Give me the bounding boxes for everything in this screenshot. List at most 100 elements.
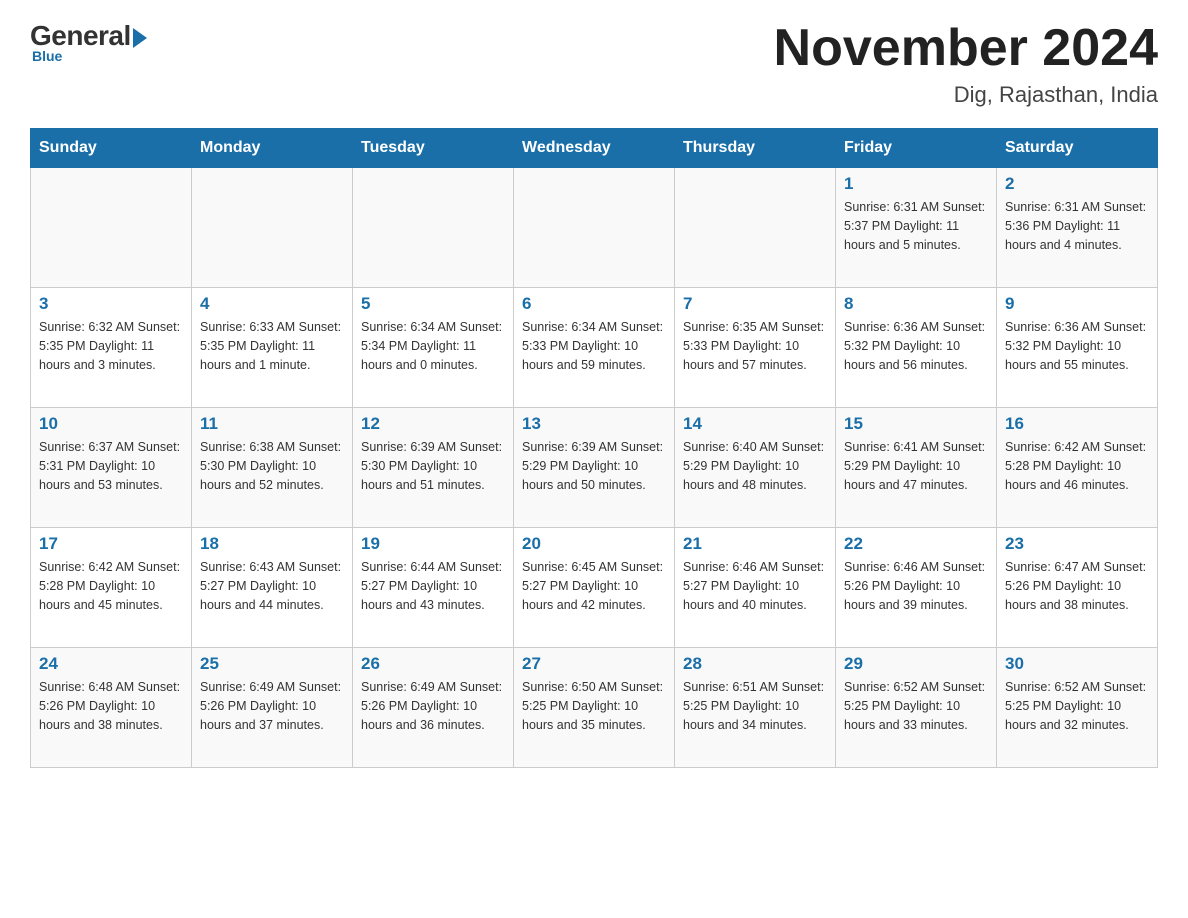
calendar-cell (192, 168, 353, 288)
calendar-cell (353, 168, 514, 288)
day-number: 14 (683, 414, 827, 434)
col-header-wednesday: Wednesday (514, 129, 675, 168)
calendar-week-row: 24 Sunrise: 6:48 AM Sunset: 5:26 PM Dayli… (31, 648, 1158, 768)
col-header-friday: Friday (836, 129, 997, 168)
logo-arrow-icon (133, 28, 147, 48)
calendar-cell: 6Sunrise: 6:34 AM Sunset: 5:33 PM Daylig… (514, 288, 675, 408)
calendar-cell: 17 Sunrise: 6:42 AM Sunset: 5:28 PM Dayli… (31, 528, 192, 648)
day-number: 8 (844, 294, 988, 314)
calendar-cell: 8 Sunrise: 6:36 AM Sunset: 5:32 PM Daylig… (836, 288, 997, 408)
calendar-week-row: 3 Sunrise: 6:32 AM Sunset: 5:35 PM Daylig… (31, 288, 1158, 408)
day-info: Sunrise: 6:51 AM Sunset: 5:25 PM Dayligh… (683, 678, 827, 734)
day-number: 12 (361, 414, 505, 434)
calendar-cell (675, 168, 836, 288)
day-number: 29 (844, 654, 988, 674)
day-number: 17 (39, 534, 183, 554)
month-title: November 2024 (774, 20, 1158, 77)
day-info: Sunrise: 6:37 AM Sunset: 5:31 PM Dayligh… (39, 438, 183, 494)
calendar-cell: 3 Sunrise: 6:32 AM Sunset: 5:35 PM Daylig… (31, 288, 192, 408)
day-info: Sunrise: 6:39 AM Sunset: 5:29 PM Dayligh… (522, 438, 666, 494)
col-header-saturday: Saturday (997, 129, 1158, 168)
calendar-table: SundayMondayTuesdayWednesdayThursdayFrid… (30, 128, 1158, 768)
day-info: Sunrise: 6:50 AM Sunset: 5:25 PM Dayligh… (522, 678, 666, 734)
day-info: Sunrise: 6:42 AM Sunset: 5:28 PM Dayligh… (39, 558, 183, 614)
calendar-cell: 9Sunrise: 6:36 AM Sunset: 5:32 PM Daylig… (997, 288, 1158, 408)
day-number: 4 (200, 294, 344, 314)
calendar-cell: 16Sunrise: 6:42 AM Sunset: 5:28 PM Dayli… (997, 408, 1158, 528)
day-info: Sunrise: 6:41 AM Sunset: 5:29 PM Dayligh… (844, 438, 988, 494)
day-number: 2 (1005, 174, 1149, 194)
day-info: Sunrise: 6:43 AM Sunset: 5:27 PM Dayligh… (200, 558, 344, 614)
day-info: Sunrise: 6:31 AM Sunset: 5:37 PM Dayligh… (844, 198, 988, 254)
calendar-cell: 4Sunrise: 6:33 AM Sunset: 5:35 PM Daylig… (192, 288, 353, 408)
day-number: 19 (361, 534, 505, 554)
calendar-cell: 15 Sunrise: 6:41 AM Sunset: 5:29 PM Dayli… (836, 408, 997, 528)
day-number: 28 (683, 654, 827, 674)
day-info: Sunrise: 6:40 AM Sunset: 5:29 PM Dayligh… (683, 438, 827, 494)
day-info: Sunrise: 6:47 AM Sunset: 5:26 PM Dayligh… (1005, 558, 1149, 614)
day-info: Sunrise: 6:49 AM Sunset: 5:26 PM Dayligh… (200, 678, 344, 734)
calendar-cell: 23 Sunrise: 6:47 AM Sunset: 5:26 PM Dayli… (997, 528, 1158, 648)
calendar-week-row: 1Sunrise: 6:31 AM Sunset: 5:37 PM Daylig… (31, 168, 1158, 288)
logo-blue-text: Blue (32, 48, 62, 64)
calendar-header-row: SundayMondayTuesdayWednesdayThursdayFrid… (31, 129, 1158, 168)
day-number: 18 (200, 534, 344, 554)
day-info: Sunrise: 6:32 AM Sunset: 5:35 PM Dayligh… (39, 318, 183, 374)
day-number: 11 (200, 414, 344, 434)
calendar-cell: 2 Sunrise: 6:31 AM Sunset: 5:36 PM Daylig… (997, 168, 1158, 288)
day-info: Sunrise: 6:48 AM Sunset: 5:26 PM Dayligh… (39, 678, 183, 734)
day-info: Sunrise: 6:34 AM Sunset: 5:33 PM Dayligh… (522, 318, 666, 374)
calendar-cell: 21Sunrise: 6:46 AM Sunset: 5:27 PM Dayli… (675, 528, 836, 648)
calendar-cell: 7Sunrise: 6:35 AM Sunset: 5:33 PM Daylig… (675, 288, 836, 408)
col-header-sunday: Sunday (31, 129, 192, 168)
calendar-cell: 27 Sunrise: 6:50 AM Sunset: 5:25 PM Dayli… (514, 648, 675, 768)
day-info: Sunrise: 6:49 AM Sunset: 5:26 PM Dayligh… (361, 678, 505, 734)
day-info: Sunrise: 6:39 AM Sunset: 5:30 PM Dayligh… (361, 438, 505, 494)
day-info: Sunrise: 6:38 AM Sunset: 5:30 PM Dayligh… (200, 438, 344, 494)
day-number: 25 (200, 654, 344, 674)
day-info: Sunrise: 6:34 AM Sunset: 5:34 PM Dayligh… (361, 318, 505, 374)
col-header-monday: Monday (192, 129, 353, 168)
page-header: General Blue November 2024 Dig, Rajastha… (30, 20, 1158, 108)
calendar-cell (514, 168, 675, 288)
col-header-thursday: Thursday (675, 129, 836, 168)
calendar-cell: 19 Sunrise: 6:44 AM Sunset: 5:27 PM Dayli… (353, 528, 514, 648)
day-info: Sunrise: 6:52 AM Sunset: 5:25 PM Dayligh… (1005, 678, 1149, 734)
calendar-cell: 1Sunrise: 6:31 AM Sunset: 5:37 PM Daylig… (836, 168, 997, 288)
calendar-cell: 13 Sunrise: 6:39 AM Sunset: 5:29 PM Dayli… (514, 408, 675, 528)
day-number: 20 (522, 534, 666, 554)
day-number: 3 (39, 294, 183, 314)
day-number: 13 (522, 414, 666, 434)
calendar-cell: 30Sunrise: 6:52 AM Sunset: 5:25 PM Dayli… (997, 648, 1158, 768)
calendar-week-row: 10 Sunrise: 6:37 AM Sunset: 5:31 PM Dayli… (31, 408, 1158, 528)
day-number: 15 (844, 414, 988, 434)
day-info: Sunrise: 6:45 AM Sunset: 5:27 PM Dayligh… (522, 558, 666, 614)
day-number: 26 (361, 654, 505, 674)
calendar-week-row: 17 Sunrise: 6:42 AM Sunset: 5:28 PM Dayli… (31, 528, 1158, 648)
day-info: Sunrise: 6:31 AM Sunset: 5:36 PM Dayligh… (1005, 198, 1149, 254)
calendar-cell: 28 Sunrise: 6:51 AM Sunset: 5:25 PM Dayli… (675, 648, 836, 768)
day-info: Sunrise: 6:52 AM Sunset: 5:25 PM Dayligh… (844, 678, 988, 734)
calendar-cell: 29 Sunrise: 6:52 AM Sunset: 5:25 PM Dayli… (836, 648, 997, 768)
calendar-cell: 24 Sunrise: 6:48 AM Sunset: 5:26 PM Dayli… (31, 648, 192, 768)
calendar-cell: 20 Sunrise: 6:45 AM Sunset: 5:27 PM Dayli… (514, 528, 675, 648)
day-info: Sunrise: 6:42 AM Sunset: 5:28 PM Dayligh… (1005, 438, 1149, 494)
col-header-tuesday: Tuesday (353, 129, 514, 168)
calendar-cell: 22Sunrise: 6:46 AM Sunset: 5:26 PM Dayli… (836, 528, 997, 648)
day-info: Sunrise: 6:36 AM Sunset: 5:32 PM Dayligh… (844, 318, 988, 374)
day-info: Sunrise: 6:46 AM Sunset: 5:26 PM Dayligh… (844, 558, 988, 614)
day-number: 10 (39, 414, 183, 434)
calendar-cell (31, 168, 192, 288)
title-section: November 2024 Dig, Rajasthan, India (774, 20, 1158, 108)
day-number: 24 (39, 654, 183, 674)
day-info: Sunrise: 6:35 AM Sunset: 5:33 PM Dayligh… (683, 318, 827, 374)
day-number: 5 (361, 294, 505, 314)
day-info: Sunrise: 6:44 AM Sunset: 5:27 PM Dayligh… (361, 558, 505, 614)
day-number: 21 (683, 534, 827, 554)
day-number: 9 (1005, 294, 1149, 314)
calendar-cell: 10 Sunrise: 6:37 AM Sunset: 5:31 PM Dayli… (31, 408, 192, 528)
day-number: 27 (522, 654, 666, 674)
day-number: 23 (1005, 534, 1149, 554)
calendar-cell: 14 Sunrise: 6:40 AM Sunset: 5:29 PM Dayli… (675, 408, 836, 528)
calendar-cell: 12 Sunrise: 6:39 AM Sunset: 5:30 PM Dayli… (353, 408, 514, 528)
